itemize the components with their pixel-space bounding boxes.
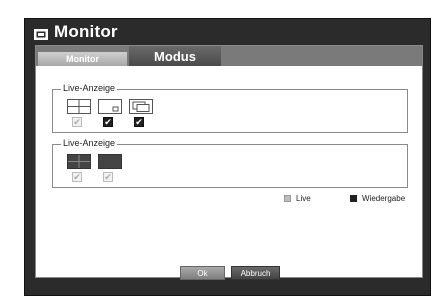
grid-layout-dark-icon[interactable]	[67, 154, 91, 169]
tab-monitor[interactable]: Monitor	[38, 52, 127, 66]
window-title: Monitor	[54, 22, 118, 41]
legend-live: Live	[284, 194, 311, 203]
checkbox-single-view[interactable]: ✔	[103, 117, 113, 127]
checkbox-grid-layout[interactable]: ✔	[72, 117, 82, 127]
legend-live-label: Live	[296, 194, 311, 203]
settings-panel: Monitor Modus Live-Anzeige ✔ ✔ ✔ Live-An…	[35, 45, 423, 278]
checkbox-grid-layout-dark[interactable]: ✔	[72, 172, 82, 182]
legend-playback: Wiedergabe	[350, 194, 405, 203]
title-bar: Monitor	[25, 19, 430, 45]
cancel-button[interactable]: Abbruch	[231, 266, 280, 280]
monitor-window: Monitor Monitor Modus Live-Anzeige ✔ ✔ ✔…	[24, 18, 431, 296]
checkbox-overlay-windows[interactable]: ✔	[134, 117, 144, 127]
grid-layout-icon[interactable]	[67, 99, 91, 114]
tab-strip: Monitor Modus	[36, 46, 422, 66]
monitor-icon	[34, 27, 48, 40]
live-view-group-2: Live-Anzeige ✔ ✔	[52, 138, 408, 188]
tab-modus[interactable]: Modus	[129, 46, 221, 66]
legend-playback-label: Wiedergabe	[362, 194, 406, 203]
ok-button[interactable]: Ok	[180, 266, 225, 280]
live-swatch-icon	[284, 195, 291, 202]
checkbox-single-view-dark[interactable]: ✔	[103, 172, 113, 182]
group-legend: Live-Anzeige	[61, 138, 118, 148]
live-view-group-1: Live-Anzeige ✔ ✔ ✔	[52, 83, 408, 133]
overlay-windows-icon[interactable]	[129, 99, 153, 114]
single-view-dark-icon[interactable]	[98, 154, 122, 169]
playback-swatch-icon	[350, 195, 357, 202]
single-view-icon[interactable]	[98, 99, 122, 114]
group-legend: Live-Anzeige	[61, 83, 118, 93]
